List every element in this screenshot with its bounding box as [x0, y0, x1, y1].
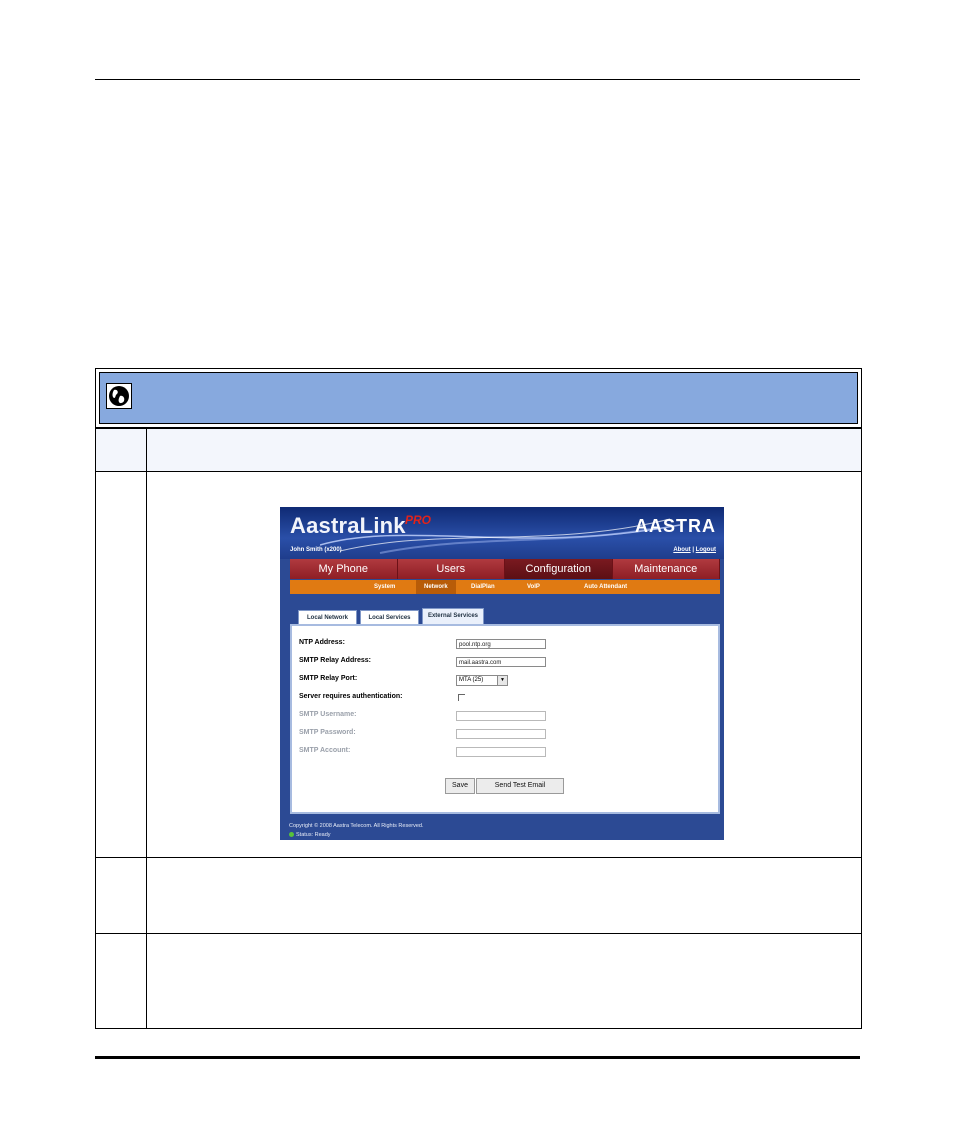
smtp-relay-port-value: MTA (25): [459, 677, 484, 683]
instruction-header: [95, 368, 862, 428]
status-indicator-icon: [289, 832, 294, 838]
table-head-row: [95, 428, 862, 472]
smtp-relay-address-label: SMTP Relay Address:: [299, 657, 371, 664]
nav-configuration[interactable]: Configuration: [505, 559, 613, 579]
step-column-divider: [146, 428, 147, 1029]
logout-link[interactable]: Logout: [696, 547, 716, 553]
globe-icon: [106, 383, 132, 409]
save-button[interactable]: Save: [445, 778, 475, 794]
table-row: [95, 857, 862, 934]
aastralink-logo: AastraLink: [290, 513, 406, 538]
aastra-brand: AASTRA: [635, 516, 716, 536]
copyright-text: Copyright © 2008 Aastra Telecom. All Rig…: [289, 823, 424, 829]
status-bar: Status: Ready: [289, 832, 331, 838]
header-links: About | Logout: [673, 547, 716, 553]
footer-rule: [95, 1056, 860, 1059]
smtp-username-input[interactable]: [456, 711, 546, 721]
nav-users[interactable]: Users: [397, 559, 505, 579]
smtp-relay-address-input[interactable]: mail.aastra.com: [456, 657, 546, 667]
tab-local-services[interactable]: Local Services: [360, 610, 419, 624]
main-nav: My Phone Users Configuration Maintenance: [290, 559, 720, 579]
chevron-down-icon[interactable]: ▼: [497, 676, 507, 685]
aastralink-screenshot: AastraLink PRO AASTRA John Smith (x200) …: [280, 507, 724, 840]
user-label: John Smith (x200): [290, 547, 342, 553]
subnav-system[interactable]: System: [374, 580, 395, 594]
send-test-email-button[interactable]: Send Test Email: [476, 778, 564, 794]
smtp-account-label: SMTP Account:: [299, 747, 351, 754]
logo-pro-suffix: PRO: [405, 513, 432, 527]
header-rule: [95, 79, 860, 80]
nav-maintenance[interactable]: Maintenance: [612, 559, 720, 579]
banner: AastraLink PRO AASTRA John Smith (x200) …: [280, 507, 724, 559]
nav-my-phone[interactable]: My Phone: [290, 559, 398, 579]
about-link[interactable]: About: [673, 547, 690, 553]
auth-required-checkbox[interactable]: [458, 694, 465, 701]
subnav-voip[interactable]: VoIP: [527, 580, 540, 594]
ntp-address-label: NTP Address:: [299, 639, 345, 646]
auth-required-label: Server requires authentication:: [299, 693, 403, 700]
tab-external-services[interactable]: External Services: [422, 608, 484, 625]
smtp-account-input[interactable]: [456, 747, 546, 757]
smtp-password-label: SMTP Password:: [299, 729, 356, 736]
smtp-username-label: SMTP Username:: [299, 711, 357, 718]
smtp-password-input[interactable]: [456, 729, 546, 739]
tab-local-network[interactable]: Local Network: [298, 610, 357, 624]
smtp-relay-port-label: SMTP Relay Port:: [299, 675, 358, 682]
external-services-panel: NTP Address: pool.ntp.org SMTP Relay Add…: [290, 624, 720, 814]
status-text: Status: Ready: [296, 832, 331, 838]
table-row: [95, 933, 862, 1029]
sub-nav: System Network DialPlan VoIP Auto Attend…: [290, 580, 720, 594]
ntp-address-input[interactable]: pool.ntp.org: [456, 639, 546, 649]
subnav-auto-attendant[interactable]: Auto Attendant: [584, 580, 627, 594]
instruction-header-bar: [99, 372, 858, 424]
smtp-relay-port-select[interactable]: MTA (25) ▼: [456, 675, 508, 686]
subnav-network[interactable]: Network: [416, 580, 456, 594]
link-separator: |: [692, 547, 694, 553]
subnav-dialplan[interactable]: DialPlan: [471, 580, 495, 594]
